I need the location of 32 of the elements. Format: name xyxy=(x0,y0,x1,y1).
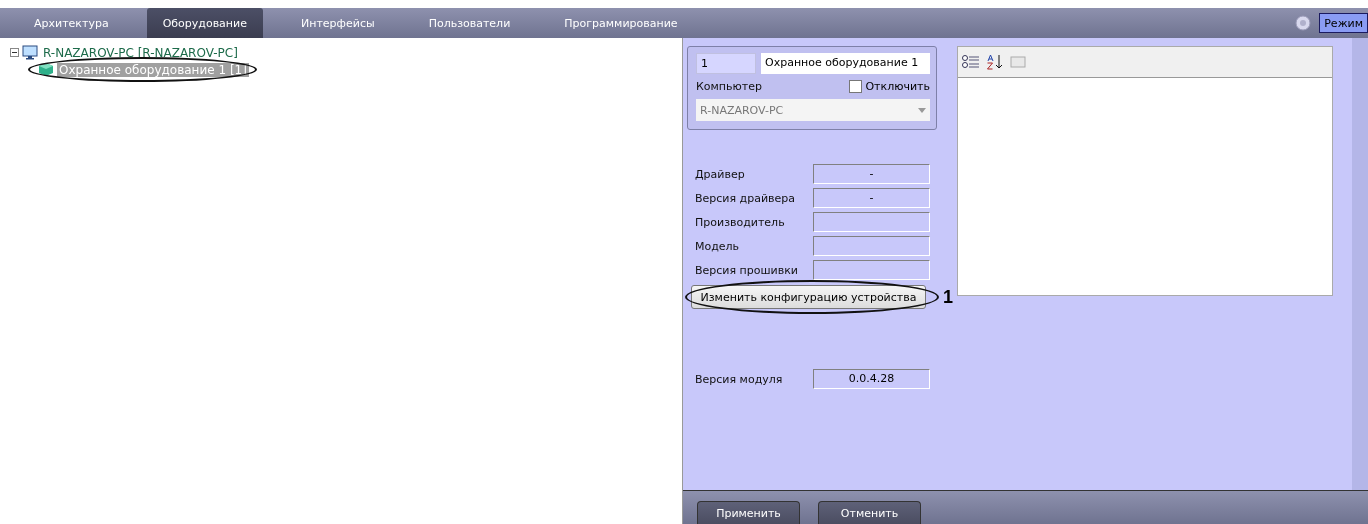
footer-button[interactable]: Отменить xyxy=(818,501,921,524)
monitor-icon xyxy=(22,45,38,60)
cube-icon xyxy=(38,62,54,77)
tab[interactable]: Архитектура xyxy=(18,8,125,38)
callout-number: 1 xyxy=(943,286,953,308)
field-label: Драйвер xyxy=(695,167,746,181)
id-field[interactable]: 1 xyxy=(696,53,756,74)
field-label: Производитель xyxy=(695,215,786,229)
computer-label: Компьютер xyxy=(696,80,762,93)
checkbox-icon[interactable] xyxy=(849,80,863,93)
field-label: Модель xyxy=(695,239,741,253)
info-field: - xyxy=(813,188,930,208)
categorized-icon[interactable] xyxy=(962,55,980,69)
configure-button[interactable]: Изменить конфигурацию устройства xyxy=(691,285,926,309)
caret-icon xyxy=(918,107,926,113)
field-label: Версия драйвера xyxy=(695,191,797,205)
sort-icon[interactable] xyxy=(986,54,1004,70)
field-label: Версия прошивки xyxy=(695,263,799,277)
name-field[interactable]: Охранное оборудование 1 xyxy=(761,53,930,74)
tab[interactable]: Программирование xyxy=(548,8,694,38)
field-label: Версия модуля xyxy=(695,372,784,386)
tab[interactable]: Пользователи xyxy=(412,8,527,38)
disable-checkbox[interactable]: Отключить xyxy=(849,80,930,93)
info-field: - xyxy=(813,164,930,184)
collapse-icon[interactable] xyxy=(10,48,19,57)
tab[interactable]: Оборудование xyxy=(146,8,263,38)
tree-item[interactable]: R-NAZAROV-PC [R-NAZAROV-PC] xyxy=(41,45,240,60)
tab[interactable]: Интерфейсы xyxy=(285,8,391,38)
info-field: 0.0.4.28 xyxy=(813,369,930,389)
mode-button[interactable]: Режим xyxy=(1319,13,1368,33)
gear-icon[interactable] xyxy=(1295,15,1312,31)
footer-button[interactable]: Применить xyxy=(697,501,800,524)
